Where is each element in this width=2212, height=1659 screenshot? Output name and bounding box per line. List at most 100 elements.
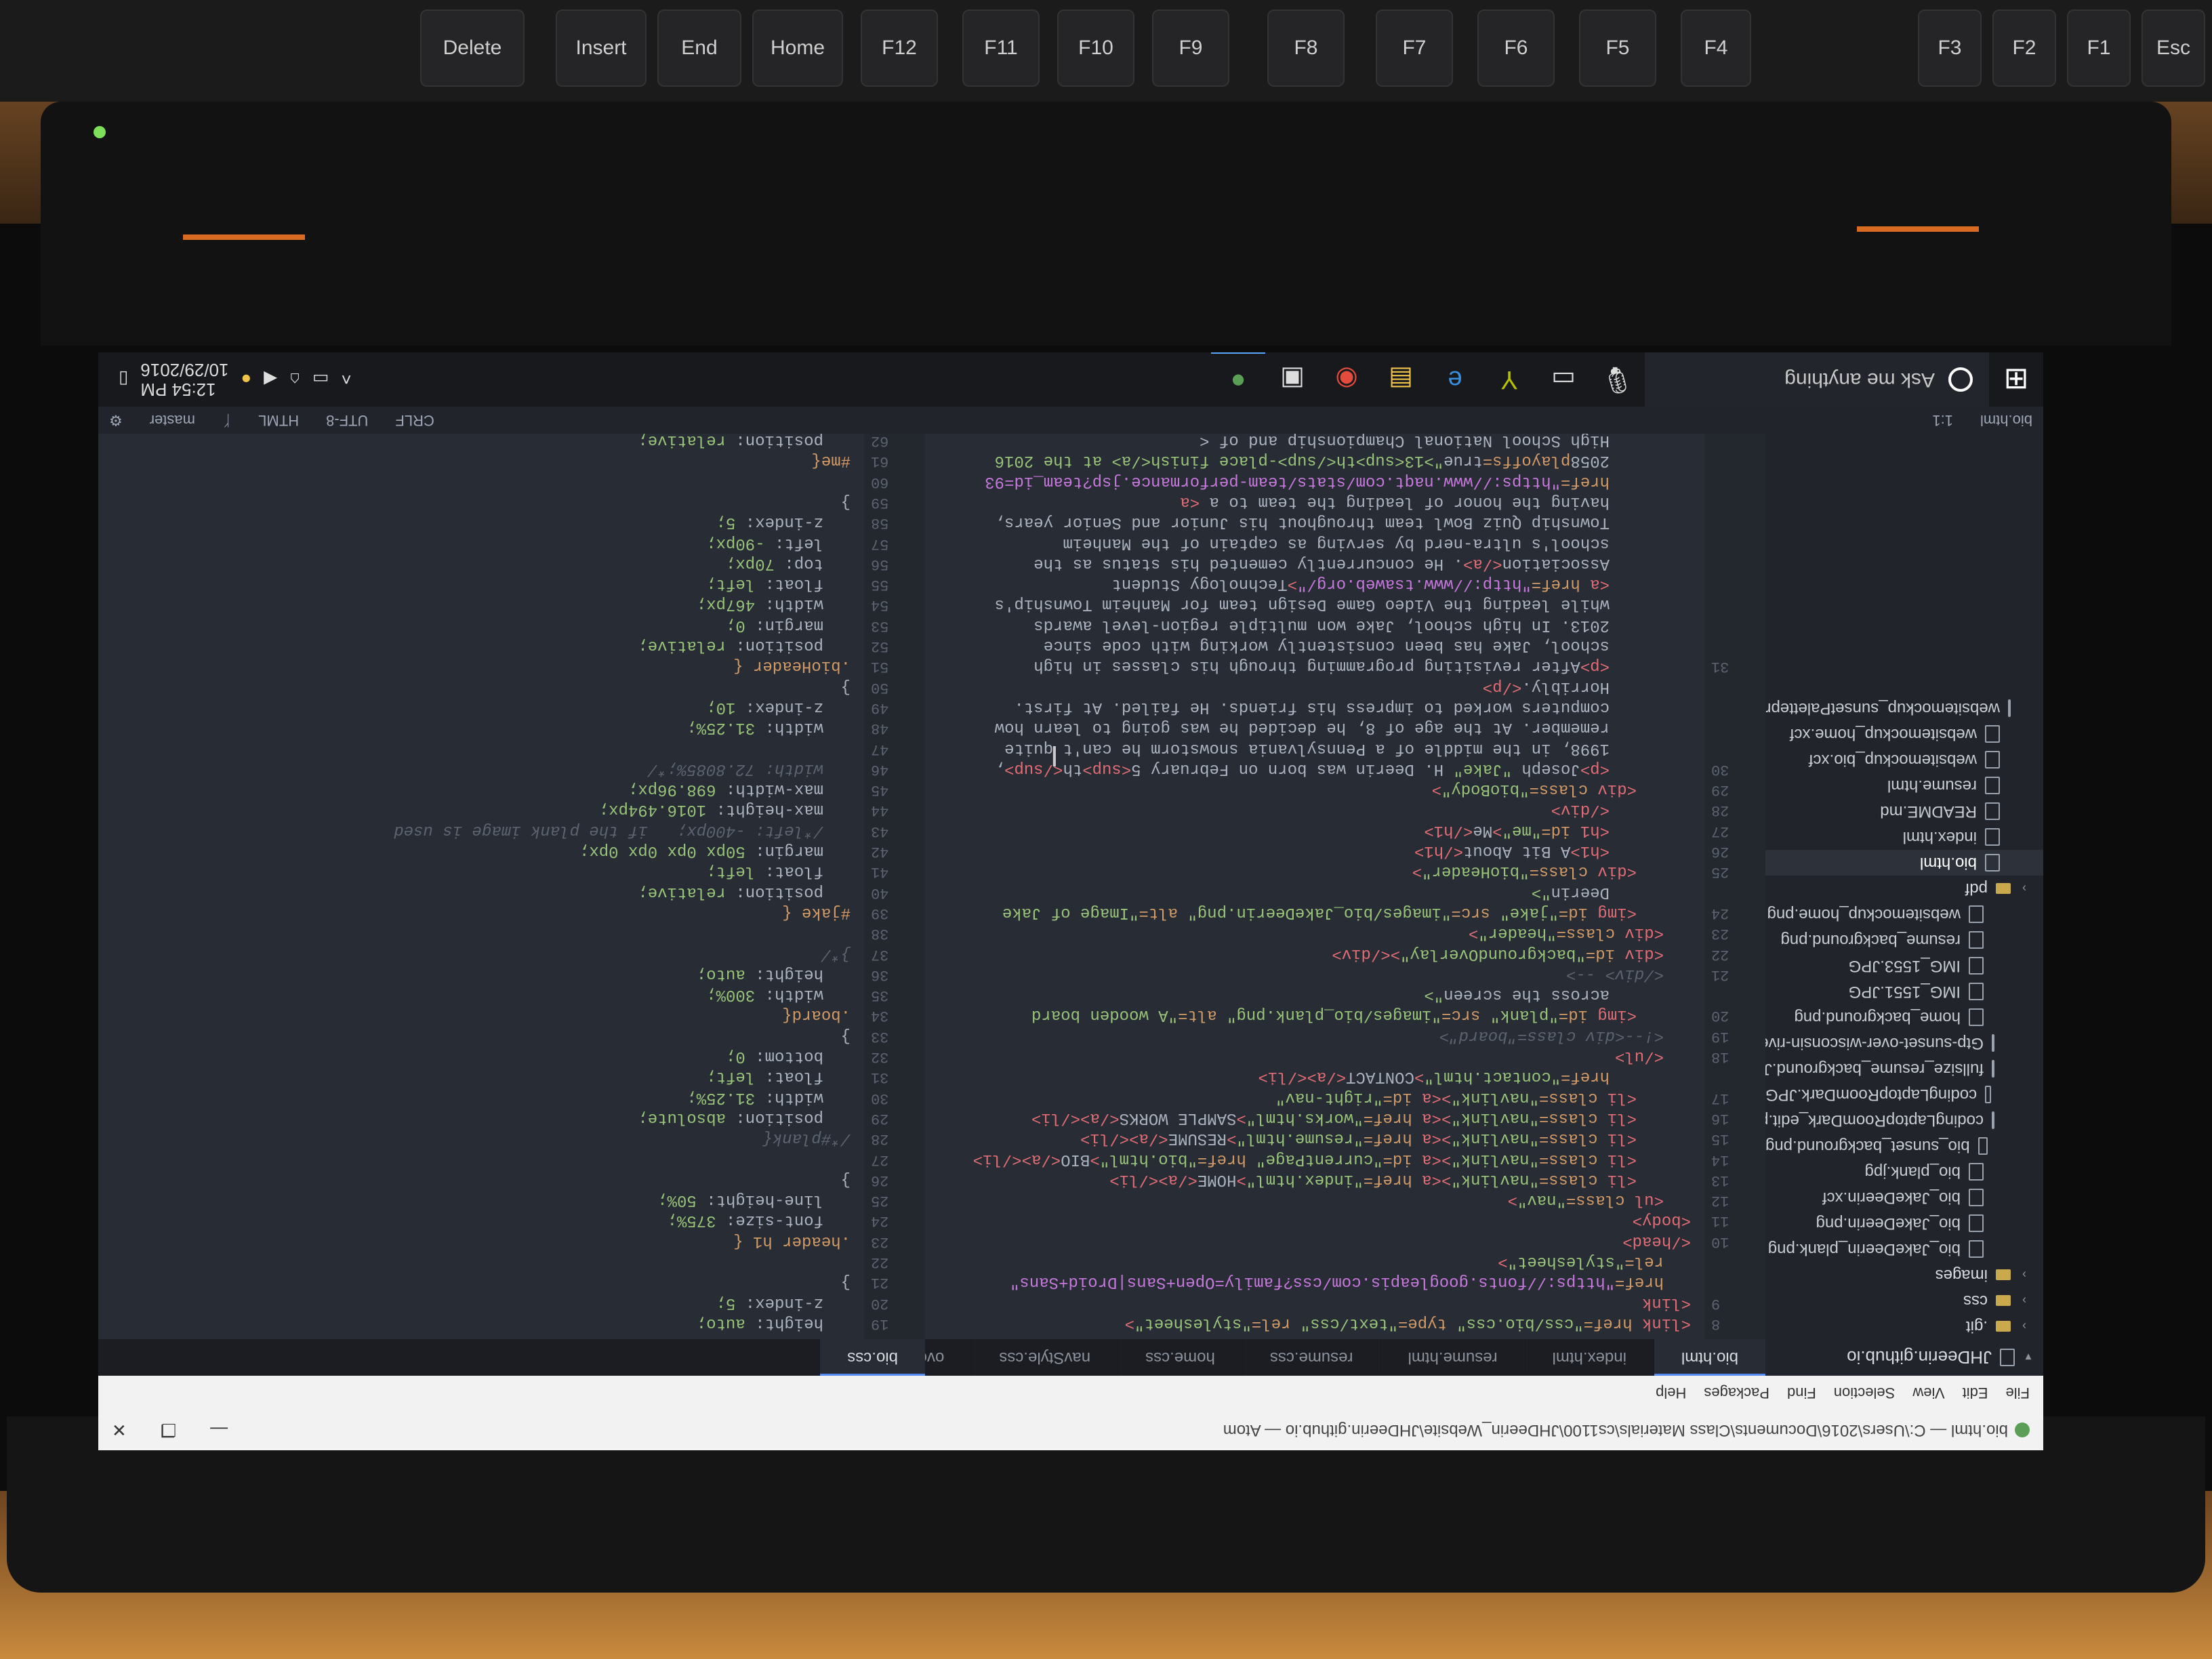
tab-resume-html[interactable]: resume.html	[1380, 1339, 1525, 1376]
tree-file[interactable]: codingLaptopRoomDark.JPG	[1765, 1082, 2043, 1107]
code-line: href="https://www.naqt.com/stats/team-pe…	[985, 472, 1610, 491]
gear-icon[interactable]: ⚙	[109, 411, 123, 429]
tree-file[interactable]: bio.html	[1765, 850, 2043, 876]
weather-icon[interactable]: ●	[241, 369, 251, 390]
code-line: width: 31.25%;	[687, 1088, 823, 1107]
network-icon[interactable]: ⌂	[289, 369, 300, 390]
tree-folder[interactable]: › images	[1765, 1262, 2043, 1288]
chrome-icon[interactable]: ◉	[1319, 352, 1374, 407]
line-number: 39	[871, 905, 889, 922]
tree-root-folder[interactable]: ▾ JHDeerin.github.io	[1765, 1339, 2043, 1376]
status-position[interactable]: 1:1	[1932, 411, 1953, 429]
windows-taskbar: ⊞ Ask me anything 🎙 ▭ Y e ▤ ◉ ▣ ● ˄ ▭ ⌂ …	[98, 352, 2043, 408]
line-number: 40	[871, 884, 889, 901]
chevron-up-icon[interactable]: ˄	[341, 369, 351, 390]
code-line: computers worked to impress his friends.…	[1014, 698, 1610, 716]
menu-edit[interactable]: Edit	[1963, 1384, 1988, 1401]
status-file[interactable]: bio.html	[1980, 411, 2032, 429]
code-line: margin: 0;	[725, 615, 823, 634]
tree-file[interactable]: bio_JakeDeerin_plank.png	[1765, 1236, 2043, 1262]
code-line: bottom: 0;	[725, 1047, 823, 1066]
tree-file[interactable]: resume_background.png	[1765, 927, 2043, 953]
tree-item-label: fullsize_resume_background.JPG	[1740, 1060, 1984, 1078]
line-number: 28	[1711, 802, 1729, 819]
file-icon	[1969, 1008, 1984, 1026]
tree-file[interactable]: bio_sunset_background.png	[1765, 1133, 2043, 1159]
status-branch[interactable]: master	[150, 411, 195, 429]
windows-start-icon[interactable]: ⊞	[1989, 352, 2043, 407]
tree-file[interactable]: codingLaptopRoomDark_edit.png	[1741, 1107, 2043, 1133]
taskbar-clock[interactable]: 12:54 PM 10/29/2016	[140, 360, 229, 400]
tree-file[interactable]: websitemockup_home.png	[1765, 901, 2043, 927]
code-line: <li class="navlink"><a id="currentPage" …	[972, 1149, 1637, 1168]
menu-view[interactable]: View	[1912, 1384, 1944, 1401]
volume-icon[interactable]: ◀	[264, 369, 277, 390]
minimize-icon[interactable]: —	[210, 1420, 228, 1441]
clock-time: 12:54 PM	[140, 379, 216, 400]
tree-folder[interactable]: › .git	[1765, 1313, 2043, 1339]
tab-resume-css[interactable]: resume.css	[1242, 1339, 1380, 1376]
code-line: <li class="navlink"><a id="right-nav"	[1275, 1088, 1637, 1107]
tree-file[interactable]: home_background.png	[1765, 1004, 2043, 1030]
key-delete: Delete	[420, 9, 525, 87]
tree-file[interactable]: bio_JakeDeerin.xcf	[1765, 1185, 2043, 1210]
maximize-icon[interactable]: ❐	[161, 1420, 176, 1441]
battery-icon[interactable]: ▭	[312, 369, 329, 390]
css-editor[interactable]: 19 height: auto; 20 z-index: 5; 21} 22 23 .head…	[98, 434, 925, 1339]
menu-help[interactable]: Help	[1656, 1384, 1686, 1401]
clock-date: 10/29/2016	[140, 360, 229, 380]
code-line: /*left: -400px; if the plank image is us…	[394, 821, 823, 840]
edge-icon[interactable]: e	[1428, 352, 1482, 407]
tree-folder[interactable]: › css	[1765, 1288, 2043, 1313]
menu-find[interactable]: Find	[1787, 1384, 1816, 1401]
search-placeholder: Ask me anything	[1784, 369, 1935, 391]
media-app-icon[interactable]: ▣	[1265, 352, 1319, 407]
tree-file[interactable]: index.html	[1765, 824, 2043, 850]
line-number: 8	[1711, 1315, 1721, 1332]
tree-file[interactable]: Gtp-sunset-over-wisconsin-river-in	[1736, 1030, 2043, 1056]
atom-taskbar-icon[interactable]: ●	[1211, 352, 1265, 408]
status-encoding[interactable]: UTF-8	[326, 411, 368, 429]
file-explorer-icon[interactable]: ▤	[1374, 352, 1428, 407]
line-number: 22	[871, 1254, 889, 1271]
tree-file[interactable]: README.md	[1765, 798, 2043, 824]
tree-file[interactable]: fullsize_resume_background.JPG	[1740, 1056, 2043, 1082]
tab-home-css[interactable]: home.css	[1118, 1339, 1242, 1376]
tree-file[interactable]: IMG_1553.JPG	[1765, 953, 2043, 979]
task-view-icon[interactable]: ▭	[1536, 352, 1591, 407]
html-editor[interactable]: 8 <link href="css/bio.css" type="text/css…	[925, 434, 1765, 1339]
tab-bar-left: bio.html index.html resume.html resume.c…	[803, 1339, 1765, 1376]
code-line: <div class="header">	[1468, 924, 1664, 943]
tree-file[interactable]: bio_JakeDeerin.png	[1765, 1210, 2043, 1236]
menu-selection[interactable]: Selection	[1834, 1384, 1896, 1401]
microphone-icon[interactable]: 🎙	[1591, 352, 1645, 407]
app-icon-yellow[interactable]: Y	[1482, 352, 1536, 407]
status-grammar[interactable]: HTML	[258, 411, 299, 429]
tree-file[interactable]: bio_plank.jpg	[1765, 1159, 2043, 1185]
line-number: 54	[871, 596, 889, 614]
tab-navstyle-css[interactable]: navStyle.css	[971, 1339, 1118, 1376]
close-icon[interactable]: ✕	[112, 1420, 127, 1441]
line-number: 29	[1711, 781, 1729, 799]
key-f5: F5	[1579, 9, 1656, 87]
tree-file[interactable]: resume.html	[1765, 773, 2043, 798]
key-f9: F9	[1152, 9, 1229, 87]
tab-bio-css[interactable]: bio.css	[819, 1339, 925, 1376]
tree-file[interactable]: websitemockup_home.xcf	[1765, 721, 2043, 747]
tree-file[interactable]: IMG_1551.JPG	[1765, 979, 2043, 1004]
status-line-ending[interactable]: CRLF	[395, 411, 434, 429]
tree-item-label: bio_JakeDeerin.png	[1816, 1214, 1961, 1233]
code-line: High School National Championship and of…	[1200, 434, 1610, 450]
line-number: 26	[1711, 843, 1729, 861]
tab-index-html[interactable]: index.html	[1524, 1339, 1654, 1376]
tree-file[interactable]: websitemockup_bio.xcf	[1765, 747, 2043, 773]
file-icon	[2008, 699, 2011, 717]
cortana-search[interactable]: Ask me anything	[1645, 352, 1989, 407]
tree-file[interactable]: websitemockup_sunsetPaletteprobabl	[1726, 695, 2043, 721]
notification-icon[interactable]: ▯	[119, 369, 128, 390]
line-number: 36	[871, 966, 889, 983]
tree-folder[interactable]: › pdf	[1765, 876, 2043, 901]
menu-file[interactable]: File	[2006, 1384, 2030, 1401]
menu-packages[interactable]: Packages	[1704, 1384, 1769, 1401]
tab-bio-html[interactable]: bio.html	[1653, 1339, 1765, 1376]
